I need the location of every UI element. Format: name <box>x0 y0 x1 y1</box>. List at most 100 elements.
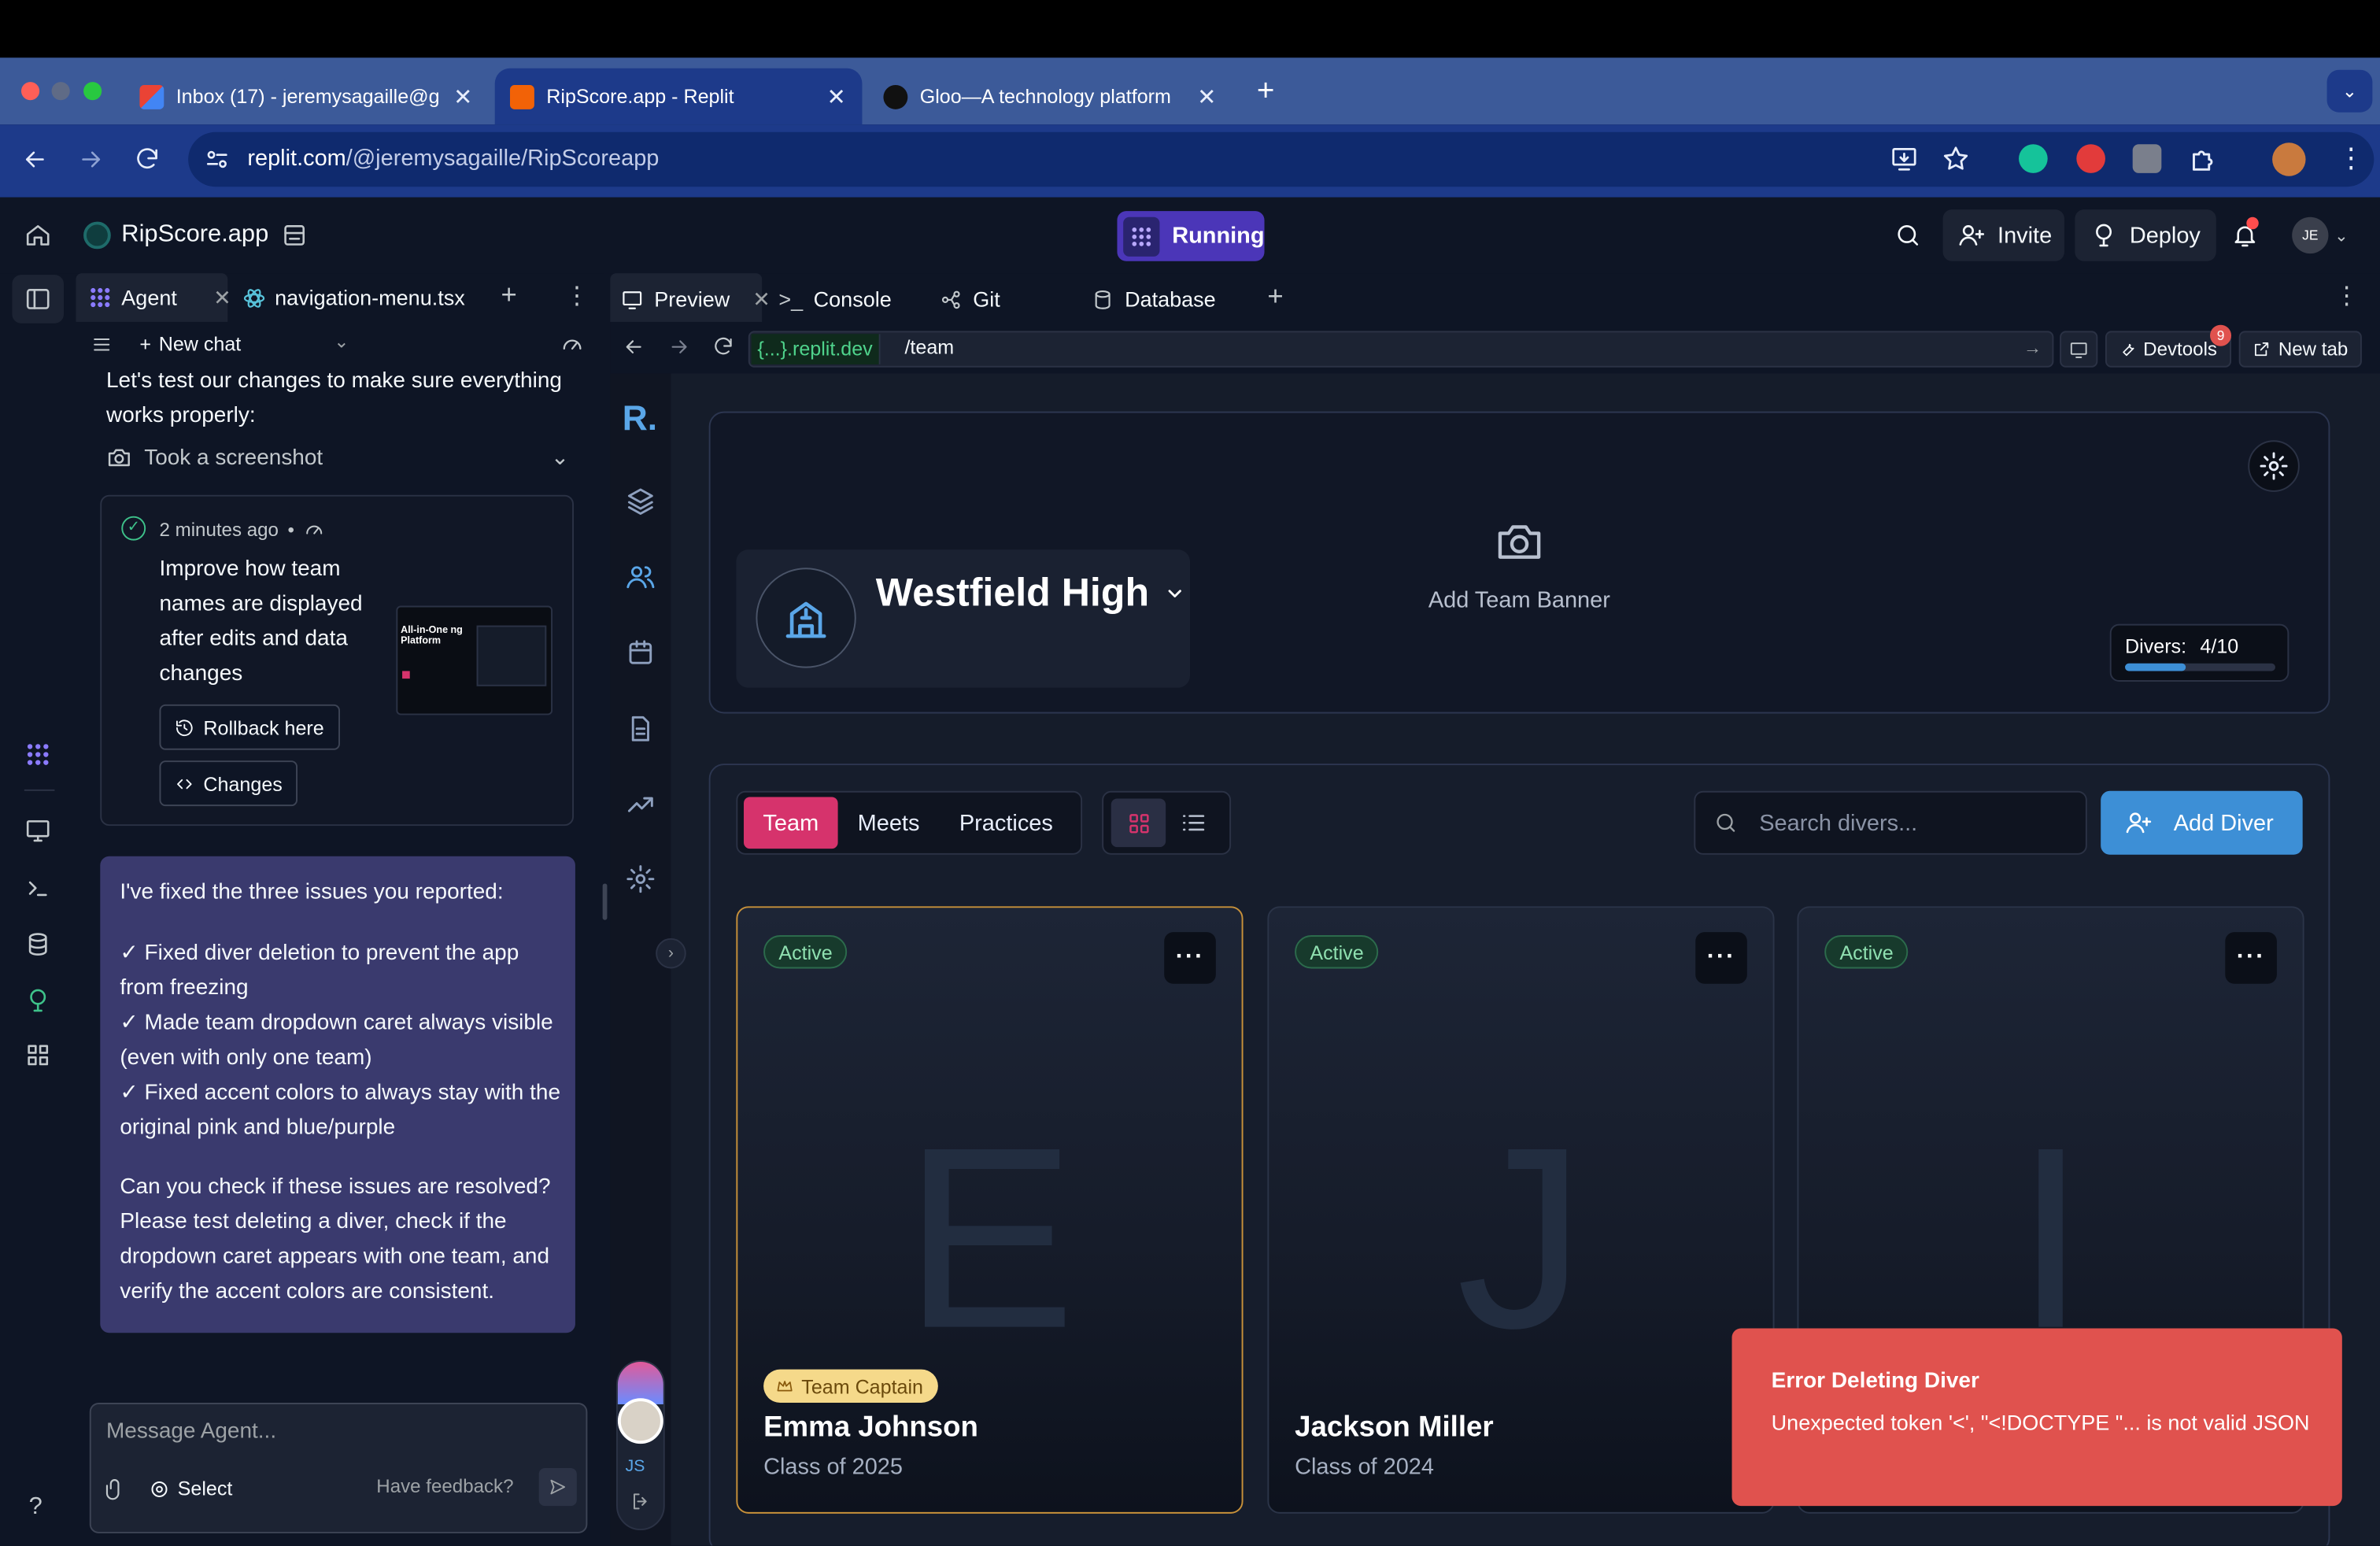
close-tab-icon[interactable]: ✕ <box>453 83 474 110</box>
add-banner-label[interactable]: Add Team Banner <box>1428 587 1610 613</box>
extension-red-icon[interactable] <box>2076 144 2105 173</box>
agent-icon[interactable] <box>24 741 52 768</box>
browser-tab-replit[interactable]: RipScore.app - Replit ✕ <box>494 68 863 125</box>
device-preview-button[interactable] <box>2060 331 2098 368</box>
bookmark-star-icon[interactable] <box>1942 144 1971 173</box>
tab-agent[interactable]: Agent ✕ <box>79 276 240 319</box>
changes-button[interactable]: Changes <box>159 760 298 807</box>
close-tab-icon[interactable]: ✕ <box>1196 83 1218 110</box>
back-icon[interactable] <box>21 146 49 173</box>
preview-reload-icon[interactable] <box>712 335 735 358</box>
window-close-button[interactable] <box>21 82 40 101</box>
trend-chart-icon[interactable] <box>626 790 656 820</box>
add-diver-button[interactable]: Add Diver <box>2101 790 2303 855</box>
grid-view-button[interactable] <box>1111 798 1166 848</box>
diver-card[interactable]: Active ··· E Team Captain Emma Johnson C… <box>736 906 1244 1514</box>
install-app-icon[interactable] <box>1890 144 1919 173</box>
reload-icon[interactable] <box>134 146 161 173</box>
checkpoint-thumbnail[interactable]: All-in-One ng Platform <box>396 605 553 716</box>
tab-navigation-menu[interactable]: navigation-menu.tsx <box>234 276 474 319</box>
gauge-icon[interactable] <box>560 332 585 357</box>
settings-gear-icon[interactable] <box>626 864 656 894</box>
site-info-icon[interactable] <box>203 146 231 173</box>
forward-icon[interactable] <box>77 146 105 173</box>
tab-search-icon[interactable]: ⌄ <box>2326 69 2373 113</box>
chat-history-icon[interactable] <box>91 334 113 355</box>
deploy-button[interactable]: Deploy <box>2075 209 2216 261</box>
logout-icon[interactable] <box>630 1491 651 1512</box>
more-options-icon[interactable]: ··· <box>1164 932 1216 984</box>
user-avatar[interactable] <box>617 1398 663 1444</box>
new-chat-button[interactable]: + New chat <box>139 332 241 355</box>
new-tab-icon[interactable]: + <box>1257 75 1275 109</box>
profile-avatar[interactable] <box>2272 142 2306 176</box>
run-status-button[interactable]: Running <box>1117 211 1265 261</box>
more-options-icon[interactable]: ··· <box>1695 932 1747 984</box>
database-icon[interactable] <box>24 930 52 958</box>
team-settings-button[interactable] <box>2248 440 2300 492</box>
go-arrow-icon[interactable]: → <box>2023 337 2042 358</box>
extension-gray-icon[interactable] <box>2132 144 2162 173</box>
calendar-icon[interactable] <box>626 638 656 668</box>
document-icon[interactable] <box>626 713 656 744</box>
feedback-link[interactable]: Have feedback? <box>376 1476 513 1497</box>
search-divers-input[interactable]: Search divers... <box>1759 811 1917 837</box>
close-tab-icon[interactable]: ✕ <box>826 83 847 110</box>
agent-panel-icon[interactable] <box>24 286 52 313</box>
team-logo[interactable] <box>756 568 856 668</box>
send-button[interactable] <box>538 1467 577 1507</box>
webview-icon[interactable] <box>24 817 52 845</box>
pane-menu-icon[interactable]: ⋮ <box>564 281 589 312</box>
team-name-dropdown[interactable]: Westfield High <box>876 569 1186 616</box>
tab-practices[interactable]: Practices <box>959 811 1053 837</box>
help-icon[interactable]: ? <box>29 1494 42 1522</box>
window-zoom-button[interactable] <box>83 82 102 101</box>
tab-preview[interactable]: Preview ✕ <box>621 278 771 320</box>
camera-icon[interactable] <box>1491 516 1548 568</box>
invite-button[interactable]: Invite <box>1942 209 2064 261</box>
screenshot-action-row[interactable]: Took a screenshot ⌄ <box>106 445 569 471</box>
browser-menu-icon[interactable]: ⋮ <box>2338 142 2365 173</box>
console-icon[interactable] <box>24 875 52 902</box>
rollback-button[interactable]: Rollback here <box>159 704 340 750</box>
add-tab-icon[interactable]: + <box>501 279 516 312</box>
deployments-icon[interactable] <box>24 987 52 1015</box>
browser-tab-gloo[interactable]: Gloo—A technology platform ✕ <box>868 68 1232 124</box>
list-view-icon[interactable] <box>1180 809 1207 837</box>
grammarly-extension-icon[interactable] <box>2019 144 2048 173</box>
window-minimize-button[interactable] <box>51 82 70 101</box>
chevron-down-icon[interactable]: ⌄ <box>334 331 349 352</box>
reply-intro: I've fixed the three issues you reported… <box>120 880 504 905</box>
close-tab-icon[interactable]: ✕ <box>213 285 231 311</box>
pane-menu-icon[interactable]: ⋮ <box>2334 281 2359 312</box>
sidebar-expand-icon[interactable]: › <box>656 938 686 969</box>
layers-icon[interactable] <box>626 486 656 516</box>
close-tab-icon[interactable]: ✕ <box>752 287 771 313</box>
diver-card[interactable]: Active ··· J Jackson Miller Class of 202… <box>1267 906 1775 1514</box>
pane-resize-handle[interactable] <box>602 883 608 920</box>
tab-database[interactable]: Database <box>1092 278 1216 320</box>
project-files-icon[interactable] <box>281 222 309 250</box>
account-menu[interactable]: JE ⌄ <box>2292 216 2349 254</box>
new-tab-button[interactable]: New tab <box>2238 331 2362 368</box>
search-icon[interactable] <box>1894 222 1922 250</box>
preview-back-icon[interactable] <box>623 335 645 358</box>
project-name[interactable]: RipScore.app <box>121 222 268 250</box>
attach-icon[interactable] <box>103 1478 126 1500</box>
all-tools-icon[interactable] <box>24 1041 52 1069</box>
notification-dot <box>2246 216 2259 230</box>
app-logo[interactable]: R. <box>623 398 657 438</box>
extensions-puzzle-icon[interactable] <box>2189 144 2219 175</box>
more-options-icon[interactable]: ··· <box>2225 932 2277 984</box>
tab-git[interactable]: Git <box>940 278 1000 320</box>
home-icon[interactable] <box>24 222 52 250</box>
select-button[interactable]: Select <box>149 1478 232 1500</box>
browser-tab-gmail[interactable]: Inbox (17) - jeremysagaille@g ✕ <box>124 68 489 124</box>
team-users-icon[interactable] <box>626 562 656 593</box>
preview-forward-icon[interactable] <box>668 335 691 358</box>
add-tab-icon[interactable]: + <box>1267 281 1283 313</box>
message-input[interactable]: Message Agent... <box>106 1419 276 1444</box>
tab-console[interactable]: >_ Console <box>778 278 891 320</box>
tab-team[interactable]: Team <box>744 797 838 849</box>
tab-meets[interactable]: Meets <box>858 811 920 837</box>
